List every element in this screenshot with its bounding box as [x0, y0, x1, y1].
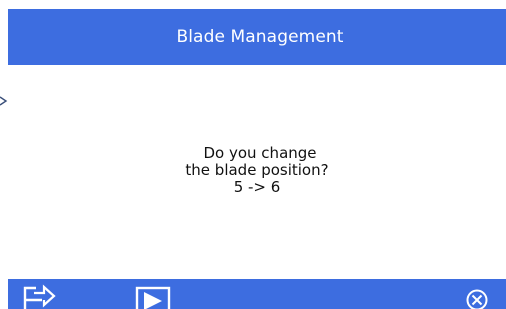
dialog-title: Blade Management — [176, 27, 344, 47]
edge-arrow-icon — [0, 96, 8, 106]
dialog-titlebar: Blade Management — [8, 9, 506, 65]
bottom-toolbar — [8, 279, 506, 309]
blade-management-dialog: Blade Management Do you change the blade… — [8, 9, 506, 309]
message-line: Do you change — [203, 144, 317, 162]
cancel-button[interactable] — [452, 279, 502, 309]
exit-button[interactable] — [14, 279, 64, 309]
cancel-circle-x-icon — [466, 289, 488, 309]
play-button[interactable] — [128, 279, 178, 309]
blade-position-change: 5 -> 6 — [233, 178, 281, 196]
play-icon — [135, 286, 171, 309]
confirmation-message: Do you change the blade position? 5 -> 6 — [8, 145, 506, 196]
exit-arrow-icon — [23, 284, 56, 309]
message-line: the blade position? — [185, 161, 329, 179]
